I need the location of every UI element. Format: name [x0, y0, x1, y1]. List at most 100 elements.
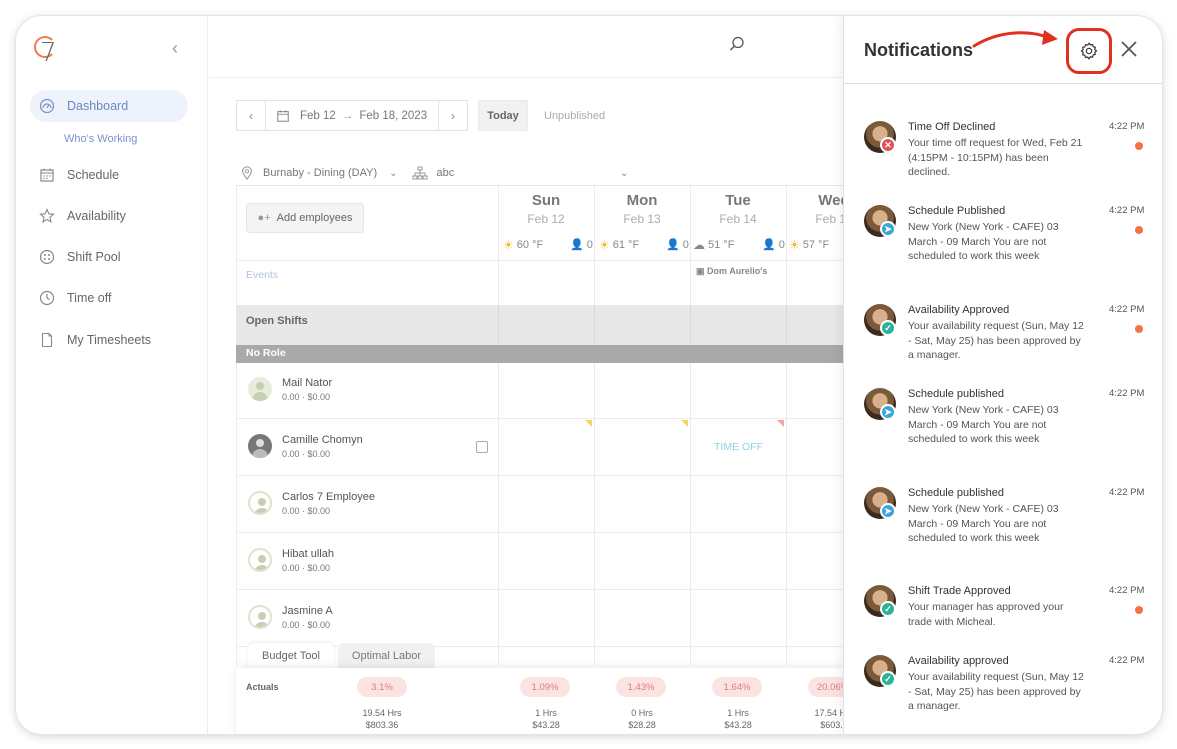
tab-budget-tool[interactable]: Budget Tool: [248, 643, 334, 669]
staff-count-mon: 👤 0: [666, 238, 689, 252]
weather-wed: ☀ 57 °F: [789, 238, 830, 252]
sidebar-subitem-whos-working[interactable]: Who's Working: [64, 133, 137, 145]
org-select[interactable]: abc: [437, 167, 455, 179]
person-icon: 👤: [666, 239, 680, 251]
shift-pool-icon: [38, 248, 56, 266]
day-header-mon[interactable]: Mon Feb 13: [594, 192, 690, 226]
events-label[interactable]: Events: [246, 269, 278, 281]
org-chart-icon: [412, 166, 428, 180]
unread-dot-icon: [1135, 142, 1143, 150]
tab-optimal-labor[interactable]: Optimal Labor: [337, 643, 435, 669]
publish-status[interactable]: Unpublished: [544, 110, 605, 122]
notification-time: 4:22 PM: [1109, 388, 1145, 399]
person-icon: 👤: [570, 239, 584, 251]
gear-icon: [1080, 42, 1098, 60]
budget-pct: 1.64%: [712, 677, 762, 697]
star-icon: [38, 207, 56, 225]
event-icon: ▣: [696, 266, 705, 276]
notification-settings-button[interactable]: [1066, 28, 1112, 74]
search-icon[interactable]: [729, 36, 745, 52]
notification-title: Schedule Published: [908, 205, 1006, 217]
notification-body: Your availability request (Sun, May 12 -…: [908, 320, 1084, 361]
budget-panel: Actuals 3.1% 19.54 Hrs $803.36 1.09% 1 Hr…: [236, 668, 858, 734]
location-select[interactable]: Burnaby - Dining (DAY): [263, 167, 377, 179]
calendar-icon: [38, 166, 56, 184]
sidebar-item-time-off[interactable]: Time off: [30, 282, 188, 314]
actuals-label: Actuals: [246, 682, 279, 692]
sun-icon: ☀: [599, 238, 610, 252]
app-logo[interactable]: 7: [34, 34, 62, 68]
time-off-cell[interactable]: TIME OFF: [714, 441, 763, 453]
unread-dot-icon: [1135, 325, 1143, 333]
notification-title: Schedule published: [908, 388, 1005, 400]
budget-stat: 1 Hrs $43.28: [532, 708, 560, 730]
sidebar-item-availability[interactable]: Availability: [30, 200, 188, 232]
calendar-icon: [277, 109, 289, 122]
notification-title: Shift Trade Approved: [908, 585, 1011, 597]
notifications-panel: Notifications ✕ Time Off Declined Your tim…: [843, 16, 1162, 734]
note-icon[interactable]: [476, 441, 488, 453]
unread-dot-icon: [1135, 606, 1143, 614]
budget-stat: 19.54 Hrs $803.36: [362, 708, 402, 730]
event-chip[interactable]: ▣ Dom Aurelio's: [696, 266, 767, 277]
send-icon: ➤: [880, 404, 896, 420]
employee-row[interactable]: Jasmine A 0.00 · $0.00: [236, 591, 856, 647]
employee-row[interactable]: Camille Chomyn 0.00 · $0.00 TIME OFF: [236, 420, 856, 476]
close-icon[interactable]: [1118, 38, 1140, 60]
app-window: 7 ‹ Dashboard Who's Working Schedule Ava…: [16, 16, 1162, 734]
sun-icon: ☀: [503, 238, 514, 252]
sun-icon: ☀: [789, 238, 800, 252]
day-header-sun[interactable]: Sun Feb 12: [498, 192, 594, 226]
avatar: [248, 377, 272, 401]
check-icon: ✓: [880, 601, 896, 617]
sidebar-item-dashboard[interactable]: Dashboard: [30, 90, 188, 122]
notification-time: 4:22 PM: [1109, 304, 1145, 315]
notification-time: 4:22 PM: [1109, 585, 1145, 596]
notification-title: Schedule published: [908, 487, 1005, 499]
day-header-tue[interactable]: Tue Feb 14: [690, 192, 786, 226]
previous-week-button[interactable]: ‹: [236, 100, 266, 131]
no-role-header: No Role: [236, 345, 856, 363]
sidebar-item-schedule[interactable]: Schedule: [30, 159, 188, 191]
check-icon: ✓: [880, 671, 896, 687]
notification-body: New York (New York - CAFE) 03 March - 09…: [908, 404, 1059, 445]
sidebar: 7 ‹ Dashboard Who's Working Schedule Ava…: [16, 16, 208, 734]
weather-sun: ☀ 60 °F: [503, 238, 544, 252]
today-button[interactable]: Today: [478, 100, 528, 131]
budget-pct: 1.43%: [616, 677, 666, 697]
unread-dot-icon: [1135, 226, 1143, 234]
notification-body: New York (New York - CAFE) 03 March - 09…: [908, 221, 1059, 262]
sidebar-item-my-timesheets[interactable]: My Timesheets: [30, 324, 188, 356]
location-filter-row: Burnaby - Dining (DAY) ⌄ abc ⌄: [240, 166, 628, 180]
notification-title: Availability Approved: [908, 304, 1010, 316]
date-range-picker[interactable]: Feb 12 → Feb 18, 2023: [266, 100, 438, 131]
employee-row[interactable]: Mail Nator 0.00 · $0.00: [236, 363, 856, 419]
notification-time: 4:22 PM: [1109, 487, 1145, 498]
sidebar-item-shift-pool[interactable]: Shift Pool: [30, 241, 188, 273]
notification-title: Availability approved: [908, 655, 1009, 667]
budget-stat: 1 Hrs $43.28: [724, 708, 752, 730]
employee-row[interactable]: Carlos 7 Employee 0.00 · $0.00: [236, 477, 856, 533]
avatar: [248, 491, 272, 515]
weather-mon: ☀ 61 °F: [599, 238, 640, 252]
declined-x-icon: ✕: [880, 137, 896, 153]
arrow-right-icon: →: [341, 109, 354, 122]
open-shifts-row[interactable]: Open Shifts: [236, 305, 856, 345]
chevron-down-icon[interactable]: ⌄: [620, 168, 628, 179]
annotation-arrow-icon: [972, 30, 1058, 48]
send-icon: ➤: [880, 503, 896, 519]
notification-time: 4:22 PM: [1109, 655, 1145, 666]
add-employees-button[interactable]: ●+ Add employees: [246, 203, 364, 233]
chevron-down-icon[interactable]: ⌄: [389, 168, 397, 179]
employee-row[interactable]: Hibat ullah 0.00 · $0.00: [236, 534, 856, 590]
notification-time: 4:22 PM: [1109, 205, 1145, 216]
collapse-sidebar-icon[interactable]: ‹: [172, 38, 178, 59]
send-icon: ➤: [880, 221, 896, 237]
weather-tue: ☁ 51 °F: [693, 238, 735, 252]
notification-body: New York (New York - CAFE) 03 March - 09…: [908, 503, 1059, 544]
staff-count-sun: 👤 0: [570, 238, 593, 252]
budget-stat: 0 Hrs $28.28: [628, 708, 656, 730]
add-person-icon: ●+: [257, 212, 271, 224]
clock-icon: [38, 289, 56, 307]
next-week-button[interactable]: ›: [438, 100, 468, 131]
